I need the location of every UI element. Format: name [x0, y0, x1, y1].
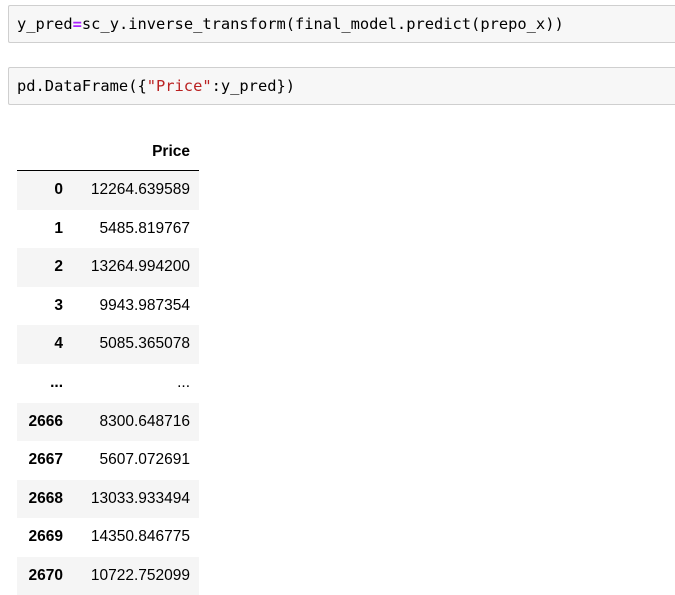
table-row: 2666 8300.648716 — [17, 402, 199, 442]
table-row: 2667 5607.072691 — [17, 441, 199, 480]
code-token: sc_y.inverse_transform(final_model.predi… — [81, 15, 564, 33]
code-token: :y_pred}) — [211, 77, 296, 95]
code-token-string: "Price" — [146, 77, 212, 95]
row-index: 0 — [54, 181, 63, 198]
table-row: 2 13264.994200 — [17, 248, 199, 287]
code-token-operator: = — [72, 15, 82, 33]
row-value: 5485.819767 — [99, 219, 190, 237]
row-index: ... — [50, 373, 63, 391]
code-line-2[interactable]: pd.DataFrame({"Price":y_pred}) — [17, 76, 295, 96]
column-header-price: Price — [152, 143, 190, 160]
table-row: 1 5485.819767 — [17, 210, 199, 249]
row-index: 4 — [54, 335, 63, 353]
row-index: 1 — [54, 219, 63, 237]
row-value: 12264.639589 — [90, 181, 190, 198]
row-value: 8300.648716 — [99, 412, 190, 430]
row-value: 13264.994200 — [90, 258, 190, 276]
row-index: 2669 — [28, 528, 63, 546]
row-value: 5607.072691 — [99, 451, 190, 469]
code-token: pd.DataFrame({ — [17, 77, 147, 95]
table-row-ellipsis: ... ... — [17, 364, 199, 403]
table-row: 2669 14350.846775 — [17, 518, 199, 557]
row-value: 10722.752099 — [90, 566, 190, 584]
row-value: 13033.933494 — [90, 489, 190, 507]
row-value: ... — [177, 373, 190, 391]
row-value: 9943.987354 — [99, 296, 190, 314]
row-index: 2667 — [28, 451, 63, 469]
table-row: 0 12264.639589 — [17, 171, 199, 210]
table-row: 3 9943.987354 — [17, 287, 199, 326]
table-row: 2670 10722.752099 — [17, 556, 199, 595]
row-value: 14350.846775 — [90, 528, 190, 546]
table-row: 4 5085.365078 — [17, 325, 199, 364]
code-token: y_pred — [17, 15, 73, 33]
row-index: 2666 — [28, 412, 63, 430]
row-value: 5085.365078 — [99, 335, 190, 353]
code-cell-input-1[interactable]: y_pred=sc_y.inverse_transform(final_mode… — [8, 5, 675, 43]
row-index: 3 — [54, 296, 63, 314]
row-index: 2 — [54, 258, 63, 276]
table-row: 2668 13033.933494 — [17, 479, 199, 519]
dataframe-header: Price — [17, 133, 199, 171]
dataframe-output: Price 0 12264.639589 1 5485.819767 2 132… — [17, 133, 199, 595]
code-line-1[interactable]: y_pred=sc_y.inverse_transform(final_mode… — [17, 14, 564, 34]
code-cell-input-2[interactable]: pd.DataFrame({"Price":y_pred}) — [8, 67, 675, 105]
row-index: 2668 — [28, 489, 63, 507]
row-index: 2670 — [28, 566, 63, 584]
